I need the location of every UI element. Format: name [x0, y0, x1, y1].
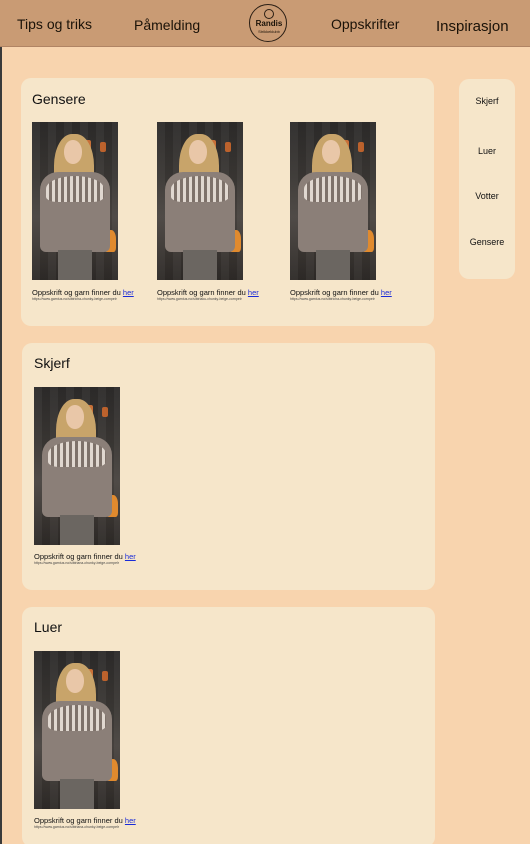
sidebar-item-votter[interactable]: Votter [459, 191, 515, 201]
logo[interactable]: Randis Strikkeklubb [249, 4, 287, 42]
section-skjerf: Skjerf Oppskrift og garn finner du her h… [22, 343, 435, 590]
caption-text: Oppskrift og garn finner du [34, 552, 123, 561]
product-url: https://www.garnius.no/sibiriana-chunky-… [34, 825, 120, 829]
product-caption: Oppskrift og garn finner du her [32, 288, 134, 297]
sidebar: Skjerf Luer Votter Gensere [459, 79, 515, 279]
product-image[interactable] [157, 122, 243, 280]
recipe-link[interactable]: her [248, 288, 259, 297]
section-title: Skjerf [34, 355, 70, 371]
nav-inspirasjon[interactable]: Inspirasjon [436, 18, 509, 35]
logo-title: Randis [255, 19, 283, 28]
caption-text: Oppskrift og garn finner du [290, 288, 379, 297]
caption-text: Oppskrift og garn finner du [32, 288, 121, 297]
recipe-link[interactable]: her [123, 288, 134, 297]
product-url: https://www.garnius.no/sibiriaku-chunky-… [157, 297, 242, 301]
product-image[interactable] [32, 122, 118, 280]
nav-oppskrifter[interactable]: Oppskrifter [331, 16, 399, 32]
nav-pamelding[interactable]: Påmelding [134, 17, 200, 33]
product-url: https://www.garnius.no/sibiriana-chunky-… [34, 561, 120, 565]
section-title: Gensere [32, 91, 86, 107]
caption-text: Oppskrift og garn finner du [34, 816, 123, 825]
product-image[interactable] [34, 387, 120, 545]
product-caption: Oppskrift og garn finner du her [157, 288, 259, 297]
sidebar-item-skjerf[interactable]: Skjerf [459, 96, 515, 106]
product-image[interactable] [290, 122, 376, 280]
nav-tips-og-triks[interactable]: Tips og triks [17, 16, 92, 32]
product-caption: Oppskrift og garn finner du her [34, 816, 136, 825]
sidebar-item-luer[interactable]: Luer [459, 146, 515, 156]
product-image[interactable] [34, 651, 120, 809]
section-gensere: Gensere Oppskrift og garn finner du her … [21, 78, 434, 326]
recipe-link[interactable]: her [125, 552, 136, 561]
yarn-ball-icon [264, 9, 274, 19]
sidebar-item-gensere[interactable]: Gensere [459, 237, 515, 247]
window-edge [0, 0, 2, 844]
top-navigation: Tips og triks Påmelding Randis Strikkekl… [0, 0, 530, 47]
recipe-link[interactable]: her [125, 816, 136, 825]
product-url: https://www.garnius.no/sibiricha-chunky-… [290, 297, 375, 301]
logo-subtitle: Strikkeklubb [258, 29, 280, 34]
recipe-link[interactable]: her [381, 288, 392, 297]
section-title: Luer [34, 619, 63, 635]
section-luer: Luer Oppskrift og garn finner du her htt… [22, 607, 435, 844]
product-caption: Oppskrift og garn finner du her [290, 288, 392, 297]
product-caption: Oppskrift og garn finner du her [34, 552, 136, 561]
product-url: https://www.garnius.no/sibiricha-chunky-… [32, 297, 117, 301]
caption-text: Oppskrift og garn finner du [157, 288, 246, 297]
